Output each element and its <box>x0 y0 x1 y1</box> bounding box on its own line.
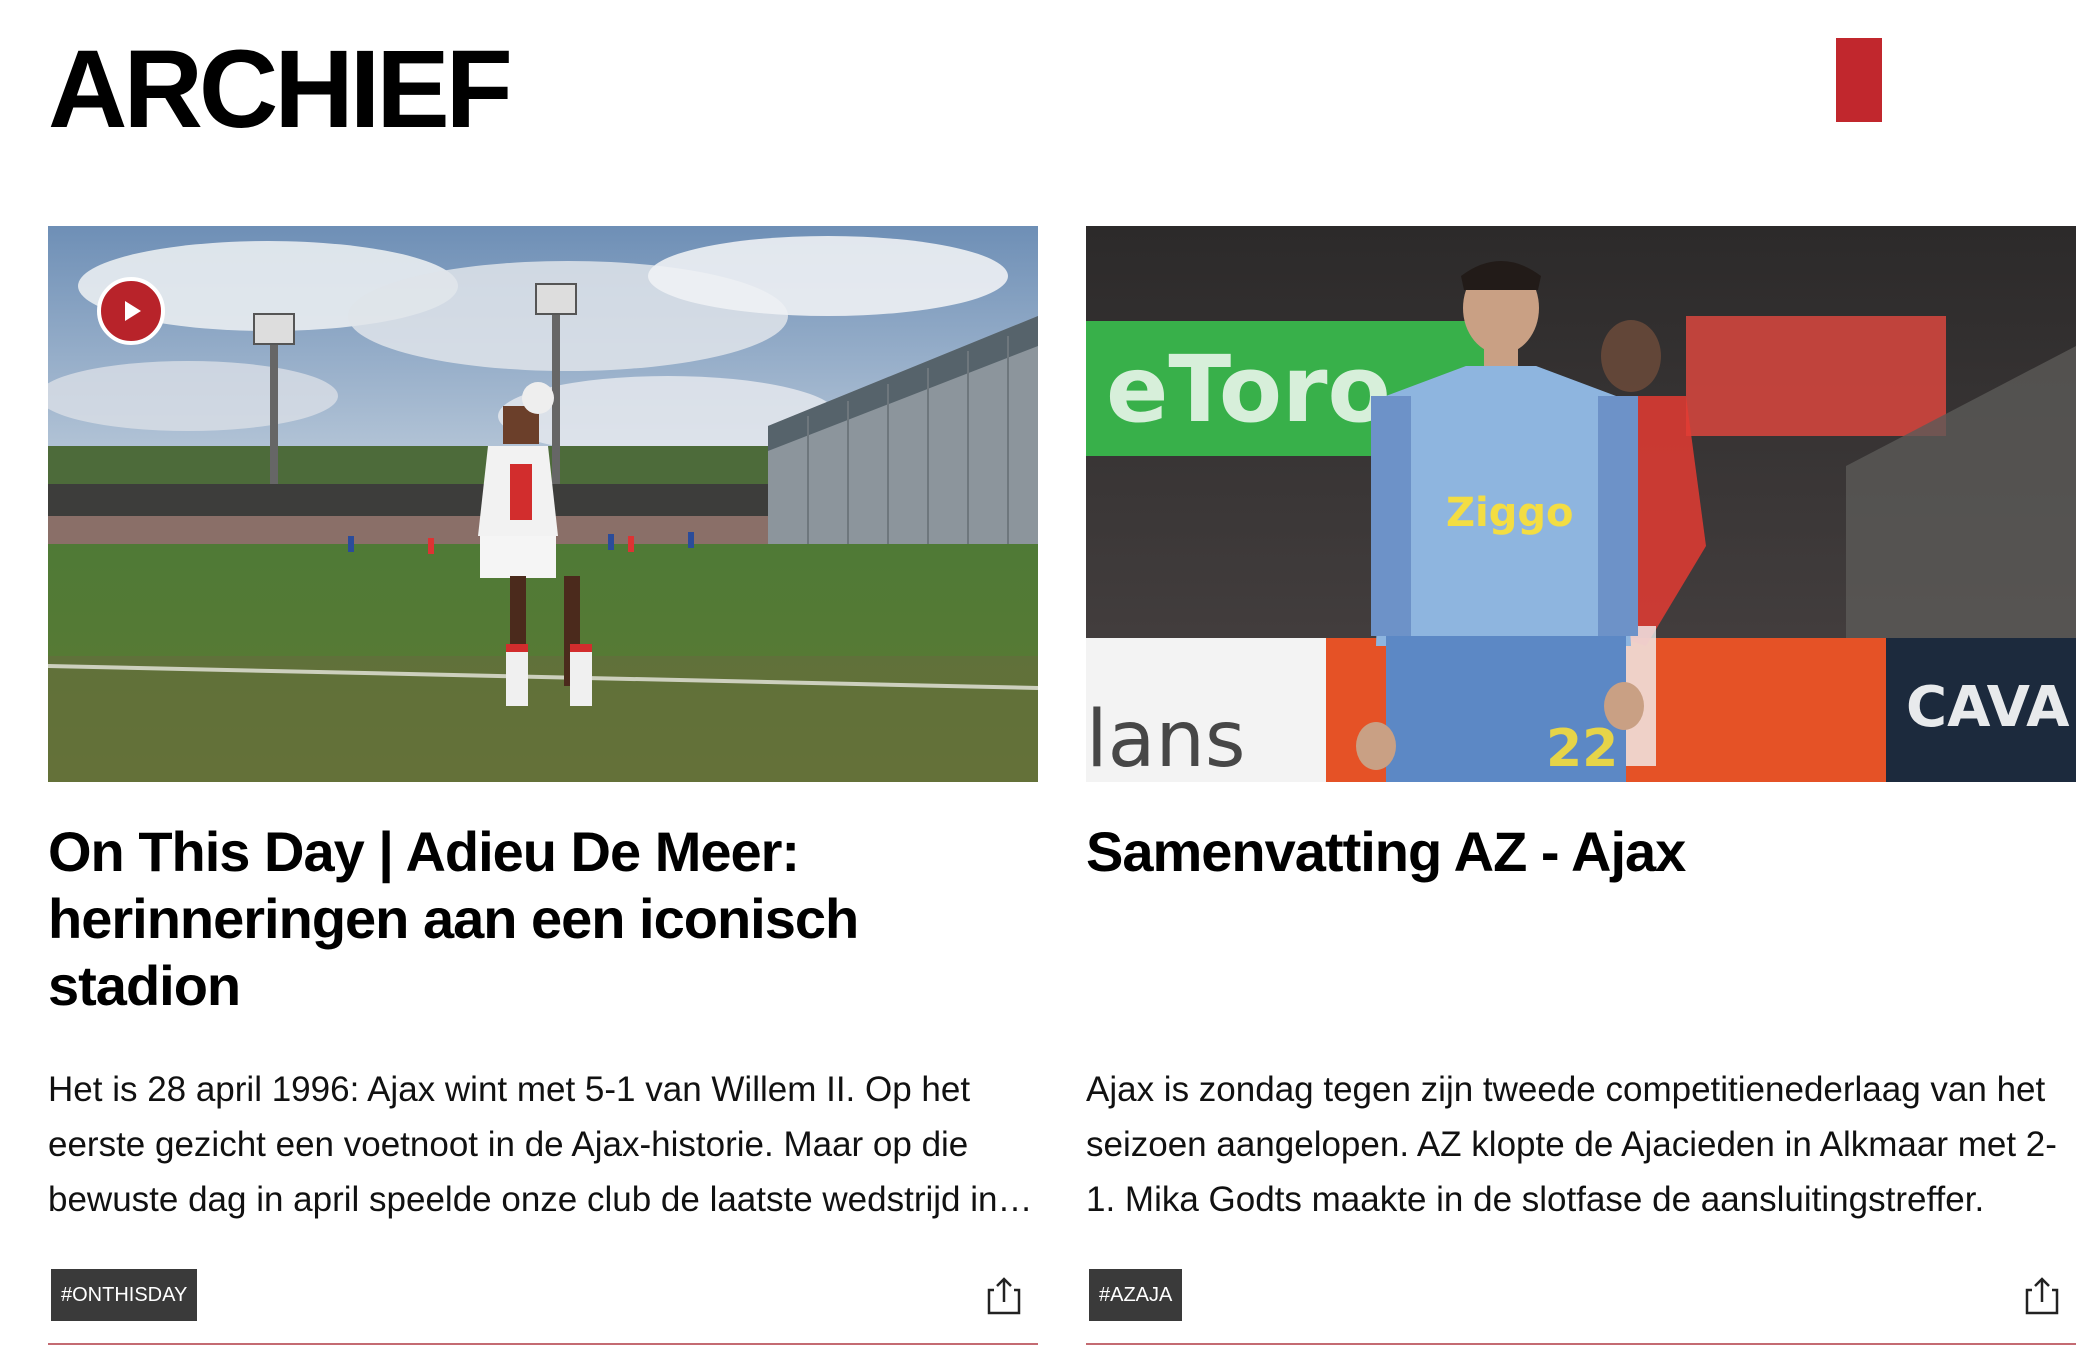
article-excerpt: Het is 28 april 1996: Ajax wint met 5-1 … <box>48 1070 998 1219</box>
article-excerpt: Ajax is zondag tegen zijn tweede competi… <box>1086 1070 2057 1219</box>
page-title: ARCHIEF <box>48 28 513 151</box>
card-divider <box>1086 1343 2076 1345</box>
tag-azaja[interactable]: #AZAJA <box>1089 1269 1183 1321</box>
play-icon <box>97 277 165 345</box>
tag-onthisday[interactable]: #ONTHISDAY <box>51 1269 198 1321</box>
article-title[interactable]: On This Day | Adieu De Meer: herinnering… <box>48 818 1008 1019</box>
article-image[interactable]: eToro lans CAVA Ziggo 22 <box>1086 226 2076 782</box>
article-title[interactable]: Samenvatting AZ - Ajax <box>1086 818 2046 885</box>
card-divider <box>48 1343 1038 1345</box>
svg-text:Ziggo: Ziggo <box>1446 490 1573 536</box>
play-video-button[interactable] <box>96 276 166 346</box>
share-icon <box>2025 1277 2059 1315</box>
article-image[interactable] <box>48 226 1038 782</box>
share-button[interactable] <box>2024 1276 2060 1316</box>
svg-text:CAVA: CAVA <box>1906 675 2070 740</box>
svg-text:lans: lans <box>1086 695 1246 782</box>
article-card[interactable]: On This Day | Adieu De Meer: herinnering… <box>48 226 1038 1360</box>
share-icon <box>987 1277 1021 1315</box>
svg-text:22: 22 <box>1546 719 1618 779</box>
svg-text:eToro: eToro <box>1106 336 1391 443</box>
share-button[interactable] <box>986 1276 1022 1316</box>
article-card[interactable]: eToro lans CAVA Ziggo 22 Samenvatting AZ… <box>1086 226 2090 1360</box>
accent-block <box>1836 38 1882 122</box>
